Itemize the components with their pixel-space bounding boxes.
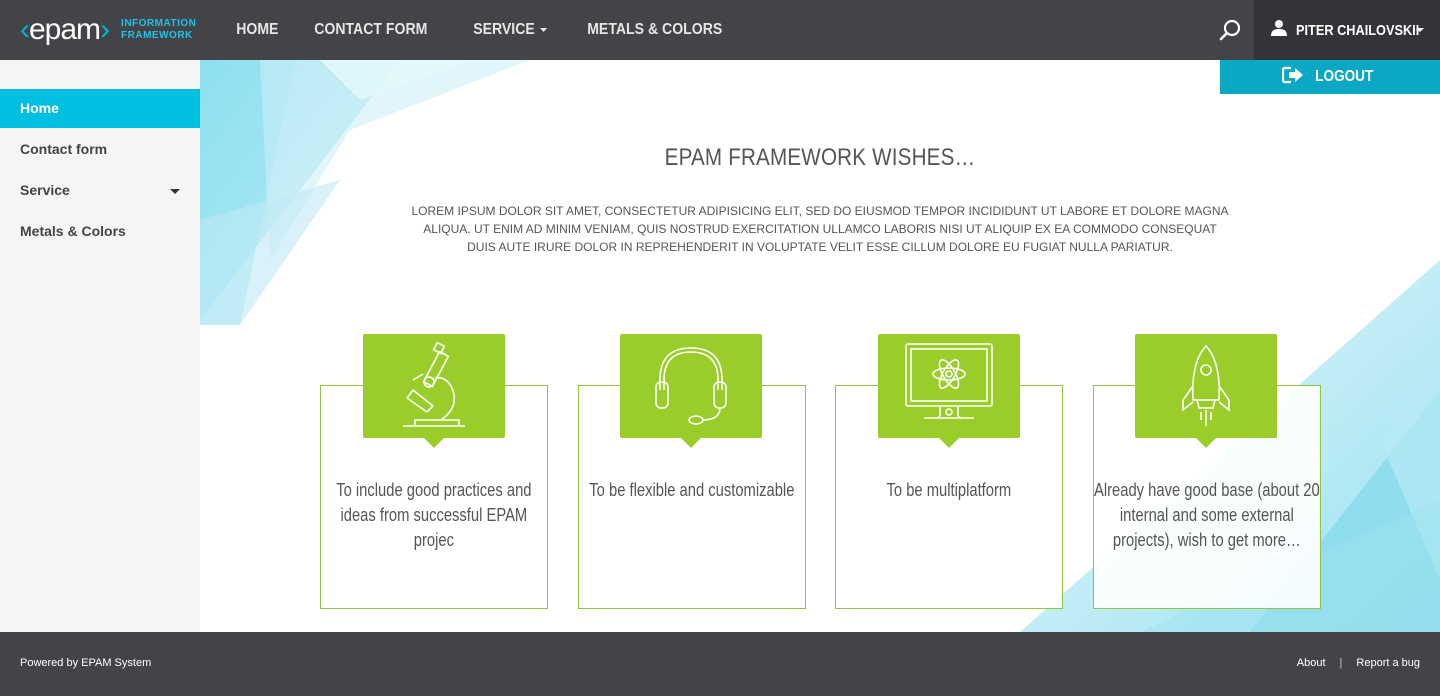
sidebar: Home Contact form Service Metals & Color… — [0, 60, 200, 632]
nav-home[interactable]: HOME — [223, 21, 292, 39]
chevron-down-icon — [1416, 28, 1424, 32]
benefit-text: Already have good base (about 20 interna… — [1094, 480, 1320, 550]
about-link[interactable]: About — [1297, 657, 1326, 669]
nav-service[interactable]: SERVICE — [460, 21, 560, 39]
sidebar-item-metals-colors[interactable]: Metals & Colors — [0, 212, 200, 251]
main-nav: HOME CONTACT FORM SERVICE METALS & COLOR… — [223, 0, 757, 60]
benefit-text: To include good practices and ideas from… — [336, 480, 532, 550]
headset-icon — [620, 334, 762, 448]
logout-label: LOGOUT — [1314, 68, 1374, 85]
rocket-icon — [1135, 334, 1277, 448]
top-header: ‹ epam › INFORMATION FRAMEWORK HOME CONTAC… — [0, 0, 1440, 60]
footer-links: About | Report a bug — [1297, 657, 1420, 669]
benefit-text: To be multiplatform — [886, 480, 1012, 500]
nav-contact-form[interactable]: CONTACT FORM — [301, 21, 441, 39]
footer: Powered by EPAM System About | Report a … — [0, 632, 1440, 696]
user-name: PITER CHAILOVSKII — [1296, 21, 1420, 39]
report-bug-link[interactable]: Report a bug — [1356, 657, 1420, 669]
logo-subtitle: INFORMATION FRAMEWORK — [121, 18, 197, 41]
page-title: EPAM FRAMEWORK WISHES… — [664, 144, 976, 171]
sidebar-item-service[interactable]: Service — [0, 171, 200, 210]
logout-button[interactable]: LOGOUT — [1220, 60, 1440, 94]
logo-mark: ‹ epam › — [20, 13, 110, 46]
epam-logo[interactable]: ‹ epam › INFORMATION FRAMEWORK — [20, 12, 196, 48]
logout-icon — [1281, 66, 1304, 89]
benefit-text: To be flexible and customizable — [589, 480, 795, 500]
sidebar-item-contact-form[interactable]: Contact form — [0, 130, 200, 169]
logo-text: epam — [29, 13, 101, 46]
chevron-down-icon — [539, 28, 547, 32]
main-content: EPAM FRAMEWORK WISHES… LOREM IPSUM DOLOR… — [200, 60, 1440, 632]
sidebar-item-home[interactable]: Home — [0, 89, 200, 128]
user-icon — [1270, 19, 1288, 42]
nav-metals-colors[interactable]: METALS & COLORS — [574, 21, 735, 39]
monitor-icon — [878, 334, 1020, 448]
powered-by-text: Powered by EPAM System — [20, 657, 152, 669]
microscope-icon — [363, 334, 505, 448]
search-icon[interactable] — [1218, 18, 1242, 42]
user-menu[interactable]: PITER CHAILOVSKII — [1254, 0, 1440, 60]
intro-text: LOREM IPSUM DOLOR SIT AMET, CONSECTETUR … — [411, 204, 1229, 254]
footer-separator: | — [1339, 657, 1343, 669]
chevron-down-icon — [170, 189, 180, 194]
